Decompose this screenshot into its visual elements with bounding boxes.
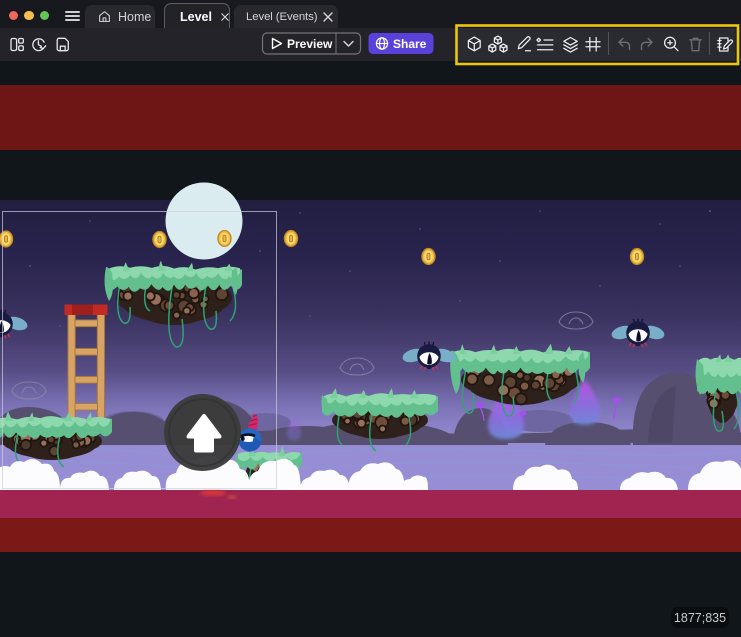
svg-text:Share: Share: [393, 37, 427, 51]
svg-text:Preview: Preview: [287, 37, 333, 51]
